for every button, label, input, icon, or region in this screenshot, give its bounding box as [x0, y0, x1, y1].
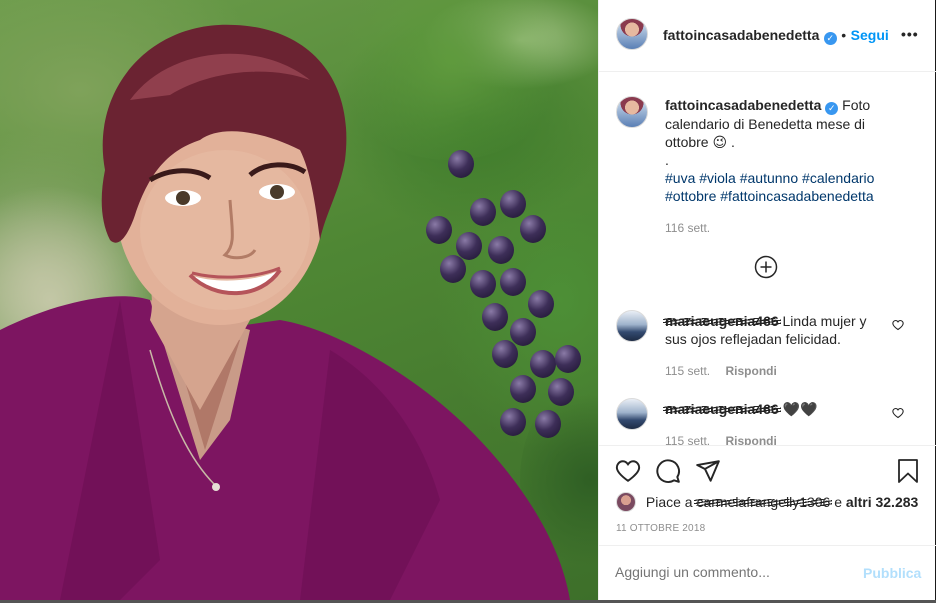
hashtag-link[interactable]: #viola: [699, 170, 736, 186]
comment-body: mariaeugenia466 🖤🖤 115 sett. Rispondi: [663, 400, 887, 445]
comments-area[interactable]: fattoincasadabenedetta ✓ Foto calendario…: [599, 73, 936, 445]
commenter-username[interactable]: mariaeugenia466: [663, 312, 781, 330]
reply-button[interactable]: Rispondi: [725, 364, 776, 378]
comment-heart-icon[interactable]: [892, 407, 904, 419]
share-icon[interactable]: [695, 458, 721, 484]
hashtag-link[interactable]: #uva: [665, 170, 695, 186]
caption-username[interactable]: fattoincasadabenedetta: [665, 97, 821, 113]
caption-timestamp[interactable]: 116 sett.: [665, 219, 895, 237]
comment-body: mariaeugenia466 Linda mujer y sus ojos r…: [663, 312, 887, 380]
person-illustration: [0, 24, 570, 600]
publish-button[interactable]: Pubblica: [863, 565, 921, 581]
caption-dot: .: [665, 152, 669, 168]
comment-input[interactable]: [615, 564, 845, 580]
author-avatar[interactable]: [616, 18, 648, 50]
comment-meta: 115 sett. Rispondi: [665, 432, 887, 445]
verified-icon: ✓: [823, 32, 837, 45]
post-panel: fattoincasadabenedetta ✓ • Segui ••• fat…: [598, 0, 936, 600]
hashtag-link[interactable]: #fattoincasadabenedetta: [720, 188, 873, 204]
hashtag-link[interactable]: #ottobre: [665, 188, 716, 204]
comment-composer: Pubblica: [599, 545, 936, 600]
commenter-username[interactable]: mariaeugenia466: [663, 400, 781, 418]
likes-prefix: Piace a: [645, 494, 693, 510]
author-username[interactable]: fattoincasadabenedetta: [663, 27, 819, 43]
follow-button[interactable]: Segui: [851, 27, 889, 43]
comment-text: 🖤🖤: [782, 401, 818, 417]
post-header: fattoincasadabenedetta ✓ • Segui •••: [599, 0, 936, 72]
reply-button[interactable]: Rispondi: [725, 434, 776, 445]
post-date[interactable]: 11 OTTOBRE 2018: [616, 523, 705, 534]
liker-username[interactable]: carmelafrangelly1306: [694, 494, 833, 510]
header-user-line: fattoincasadabenedetta ✓ • Segui: [663, 27, 889, 45]
post-photo[interactable]: [0, 0, 598, 600]
liker-avatar[interactable]: [616, 492, 636, 512]
commenter-avatar[interactable]: [616, 310, 648, 342]
likes-others[interactable]: altri 32.283: [846, 494, 918, 510]
load-more-icon[interactable]: [754, 255, 778, 279]
comment-meta: 115 sett. Rispondi: [665, 362, 887, 380]
likes-line: Piace a carmelafrangelly1306 e altri 32.…: [616, 492, 918, 512]
hashtag-link[interactable]: #autunno: [740, 170, 798, 186]
save-icon[interactable]: [896, 458, 920, 484]
verified-icon: ✓: [825, 102, 839, 115]
more-icon[interactable]: •••: [901, 26, 919, 42]
likes-middle: e: [834, 494, 843, 510]
heart-icon[interactable]: [615, 458, 641, 484]
comment-icon[interactable]: [655, 458, 681, 484]
comment-timestamp[interactable]: 115 sett.: [665, 434, 710, 445]
commenter-avatar[interactable]: [616, 398, 648, 430]
dot-separator: •: [841, 27, 847, 43]
comment-timestamp[interactable]: 115 sett.: [665, 364, 710, 378]
hashtag-list: #uva #viola #autunno #calendario #ottobr…: [665, 169, 895, 205]
comment-heart-icon[interactable]: [892, 319, 904, 331]
post-actions: Piace a carmelafrangelly1306 e altri 32.…: [599, 445, 936, 545]
hashtag-link[interactable]: #calendario: [802, 170, 874, 186]
caption-avatar[interactable]: [616, 96, 648, 128]
caption: fattoincasadabenedetta ✓ Foto calendario…: [665, 96, 895, 237]
